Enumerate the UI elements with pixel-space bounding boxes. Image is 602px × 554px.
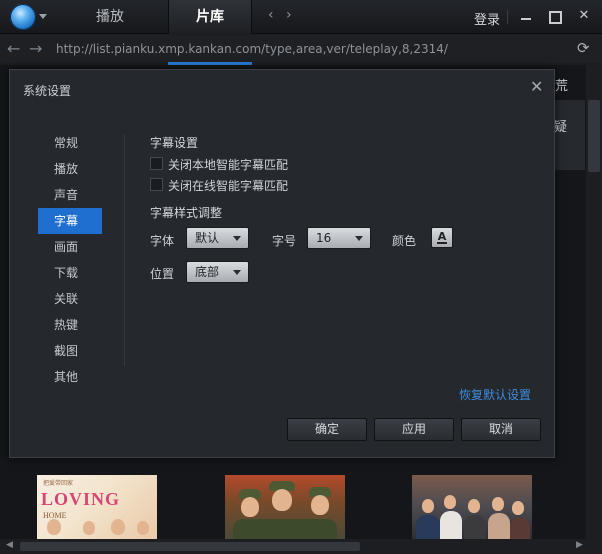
background-text: 荒 xyxy=(555,79,569,94)
poster-figure xyxy=(111,519,125,535)
minimize-icon[interactable] xyxy=(518,8,534,24)
chevron-right-icon[interactable]: › xyxy=(286,7,292,23)
background-text: 疑 xyxy=(554,120,568,135)
horizontal-scroll-thumb[interactable] xyxy=(20,542,360,551)
refresh-icon[interactable]: ⟳ xyxy=(577,39,590,57)
poster-thumbnail[interactable] xyxy=(225,475,345,539)
close-icon[interactable]: ✕ xyxy=(576,8,592,24)
font-label: 字体 xyxy=(150,234,175,248)
nav-item-sound[interactable]: 声音 xyxy=(38,182,102,208)
checkbox-label: 关闭本地智能字幕匹配 xyxy=(168,158,289,172)
poster-figure xyxy=(241,497,259,517)
position-select[interactable]: 底部 xyxy=(186,261,249,283)
poster-figure xyxy=(444,495,456,509)
size-label: 字号 xyxy=(272,234,297,248)
login-button[interactable]: 登录 xyxy=(474,9,500,28)
back-arrow-icon[interactable]: ← xyxy=(7,39,20,58)
section-heading: 字幕样式调整 xyxy=(150,206,223,220)
poster-caption: 把爱带回家 xyxy=(43,480,74,487)
close-icon[interactable]: ✕ xyxy=(530,77,543,96)
chevron-down-icon xyxy=(233,236,241,241)
nav-item-screenshot[interactable]: 截图 xyxy=(38,338,102,364)
restore-defaults-link[interactable]: 恢复默认设置 xyxy=(459,386,531,403)
poster-figure xyxy=(272,489,292,511)
font-select[interactable]: 默认 xyxy=(186,227,249,249)
forward-arrow-icon[interactable]: → xyxy=(29,39,42,58)
background-panel xyxy=(555,100,585,170)
checkbox-label: 关闭在线智能字幕匹配 xyxy=(168,179,289,193)
poster-figure xyxy=(416,515,440,539)
dialog-title: 系统设置 xyxy=(23,84,72,98)
tab-play[interactable]: 播放 xyxy=(70,0,150,34)
nav-item-picture[interactable]: 画面 xyxy=(38,234,102,260)
system-settings-dialog: 系统设置 ✕ 常规 播放 声音 字幕 画面 下载 关联 热键 截图 其他 字幕设… xyxy=(9,69,555,458)
title-bar: 播放 片库 ‹ › 登录 ✕ xyxy=(0,0,602,34)
nav-item-playback[interactable]: 播放 xyxy=(38,156,102,182)
chevron-down-icon xyxy=(355,236,363,241)
divider xyxy=(507,10,508,24)
select-value: 底部 xyxy=(195,265,220,279)
position-label: 位置 xyxy=(150,267,175,281)
color-label: 颜色 xyxy=(392,234,417,248)
maximize-icon[interactable] xyxy=(546,8,562,24)
poster-figure xyxy=(468,499,480,513)
nav-item-general[interactable]: 常规 xyxy=(38,130,102,156)
chevron-down-icon[interactable] xyxy=(39,14,47,19)
vertical-scroll-thumb[interactable] xyxy=(588,100,600,172)
nav-item-hotkeys[interactable]: 热键 xyxy=(38,312,102,338)
nav-item-download[interactable]: 下载 xyxy=(38,260,102,286)
chevron-left-icon[interactable]: ‹ xyxy=(268,7,274,23)
select-value: 16 xyxy=(316,231,332,245)
cancel-button[interactable]: 取消 xyxy=(461,418,541,441)
url-field[interactable]: http://list.pianku.xmp.kankan.com/type,a… xyxy=(56,42,448,56)
poster-figure xyxy=(311,495,329,515)
poster-figure xyxy=(464,515,486,539)
poster-figure xyxy=(512,501,524,515)
poster-figure xyxy=(137,521,149,535)
poster-title: LOVING xyxy=(41,489,121,509)
poster-figure xyxy=(83,521,95,535)
address-bar: ← → http://list.pianku.xmp.kankan.com/ty… xyxy=(0,35,602,63)
size-select[interactable]: 16 xyxy=(307,227,371,249)
poster-figure xyxy=(47,519,61,535)
nav-item-other[interactable]: 其他 xyxy=(38,364,102,390)
nav-item-subtitles[interactable]: 字幕 xyxy=(38,208,102,234)
scroll-left-icon[interactable]: ◀ xyxy=(6,540,13,550)
poster-figure xyxy=(510,517,530,539)
tab-library[interactable]: 片库 xyxy=(168,0,252,34)
nav-item-association[interactable]: 关联 xyxy=(38,286,102,312)
checkbox[interactable] xyxy=(150,157,163,170)
poster-thumbnail[interactable]: 把爱带回家 LOVING HOME xyxy=(37,475,157,539)
poster-figure xyxy=(492,497,504,511)
poster-figure xyxy=(440,511,462,539)
apply-button[interactable]: 应用 xyxy=(374,418,454,441)
divider xyxy=(124,134,125,366)
poster-figure xyxy=(233,519,337,539)
chevron-down-icon xyxy=(233,270,241,275)
scroll-right-icon[interactable]: ▶ xyxy=(576,540,583,550)
poster-thumbnail[interactable] xyxy=(412,475,532,539)
checkbox[interactable] xyxy=(150,178,163,191)
section-heading: 字幕设置 xyxy=(150,136,199,150)
poster-figure xyxy=(422,499,434,513)
font-color-icon[interactable]: A xyxy=(431,227,453,248)
app-logo-icon[interactable] xyxy=(10,4,36,30)
ok-button[interactable]: 确定 xyxy=(287,418,367,441)
settings-nav: 常规 播放 声音 字幕 画面 下载 关联 热键 截图 其他 xyxy=(38,130,102,390)
poster-figure xyxy=(488,513,510,539)
select-value: 默认 xyxy=(195,231,220,245)
